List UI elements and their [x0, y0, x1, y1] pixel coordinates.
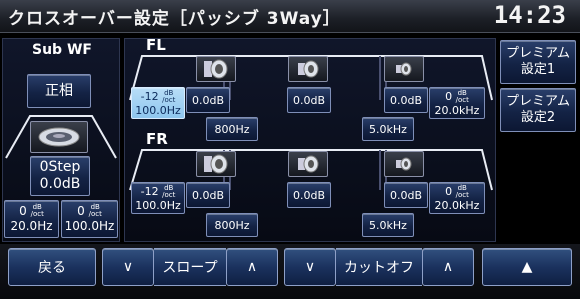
cutoff-down-button[interactable]: ∨ [284, 248, 336, 286]
subwf-lpf-freq: 100.0Hz [64, 219, 115, 233]
fl-crossover1-button[interactable]: 800Hz [206, 117, 258, 141]
unit-oct: /oct [88, 210, 102, 218]
fl-low-slope: -12 [140, 89, 159, 103]
subwf-phase-button[interactable]: 正相 [27, 74, 91, 108]
fl-midrange-icon [288, 56, 328, 82]
fl-low-freq: 100.0Hz [135, 103, 181, 117]
subwf-hpf-button[interactable]: 0 dB/oct 20.0Hz [4, 200, 59, 238]
fr-low-freq: 100.0Hz [135, 198, 181, 212]
fr-tweeter-level-button[interactable]: 0.0dB [384, 182, 428, 208]
subwf-hpf-unit: dB/oct [31, 204, 44, 218]
fl-woofer-level-button[interactable]: 0.0dB [186, 87, 230, 113]
cutoff-up-button[interactable]: ∧ [422, 248, 474, 286]
eject-button[interactable]: ▲ [482, 248, 572, 286]
subwf-level: 0.0dB [39, 176, 81, 192]
preset2-line2: 設定2 [520, 110, 556, 125]
fr-low-slope-unit: dB/oct [162, 184, 176, 199]
fl-tweeter-icon [384, 56, 424, 82]
fl-high-freq: 20.0kHz [434, 103, 480, 117]
fr-woofer-level-button[interactable]: 0.0dB [186, 182, 230, 208]
fl-high-slope: 0 [445, 89, 453, 103]
unit-oct: /oct [162, 95, 176, 104]
preset1-line2: 設定1 [520, 62, 556, 77]
page-title: クロスオーバー設定［パッシブ 3Way］ [8, 9, 341, 29]
subwf-step: 0Step [39, 159, 81, 175]
preset1-button[interactable]: プレミアム 設定1 [500, 40, 576, 84]
subwf-lpf-slope: 0 [77, 204, 85, 218]
fr-high-slope: 0 [445, 184, 453, 198]
fl-woofer-icon [196, 56, 236, 82]
back-button[interactable]: 戻る [8, 248, 96, 286]
fr-low-cut-button[interactable]: -12 dB/oct 100.0Hz [131, 182, 185, 214]
unit-oct: /oct [30, 210, 44, 218]
preset2-line1: プレミアム [505, 94, 571, 109]
fl-tweeter-level-button[interactable]: 0.0dB [384, 87, 428, 113]
fl-low-cut-button[interactable]: -12 dB/oct 100.0Hz [131, 87, 185, 119]
clock: 14:23 [493, 1, 566, 29]
fr-crossover1-button[interactable]: 800Hz [206, 213, 258, 237]
unit-oct: /oct [455, 190, 469, 199]
subwf-level-button[interactable]: 0Step 0.0dB [30, 156, 90, 196]
fr-high-freq: 20.0kHz [434, 198, 480, 212]
preset2-button[interactable]: プレミアム 設定2 [500, 88, 576, 132]
slope-down-button[interactable]: ∨ [102, 248, 154, 286]
fl-high-slope-unit: dB/oct [455, 89, 469, 104]
unit-oct: /oct [455, 95, 469, 104]
subwoofer-icon [30, 121, 88, 153]
fr-high-slope-unit: dB/oct [455, 184, 469, 199]
fr-tweeter-icon [384, 151, 424, 177]
subwf-lpf-unit: dB/oct [89, 204, 102, 218]
fl-crossover2-button[interactable]: 5.0kHz [362, 117, 414, 141]
fr-low-slope: -12 [140, 184, 159, 198]
fl-high-cut-button[interactable]: 0 dB/oct 20.0kHz [429, 87, 485, 119]
fr-woofer-icon [196, 151, 236, 177]
unit-oct: /oct [162, 190, 176, 199]
fr-crossover2-button[interactable]: 5.0kHz [362, 213, 414, 237]
fr-midrange-icon [288, 151, 328, 177]
preset1-line1: プレミアム [505, 46, 571, 61]
slope-up-button[interactable]: ∧ [226, 248, 278, 286]
fl-low-slope-unit: dB/oct [162, 89, 176, 104]
slope-label: スロープ [154, 248, 226, 286]
subwf-lpf-button[interactable]: 0 dB/oct 100.0Hz [61, 200, 118, 238]
cutoff-label: カットオフ [336, 248, 422, 286]
fr-mid-level-button[interactable]: 0.0dB [287, 182, 331, 208]
subwf-hpf-freq: 20.0Hz [10, 219, 53, 233]
fl-mid-level-button[interactable]: 0.0dB [287, 87, 331, 113]
subwf-label: Sub WF [32, 42, 92, 58]
subwf-hpf-slope: 0 [19, 204, 27, 218]
fr-high-cut-button[interactable]: 0 dB/oct 20.0kHz [429, 182, 485, 214]
